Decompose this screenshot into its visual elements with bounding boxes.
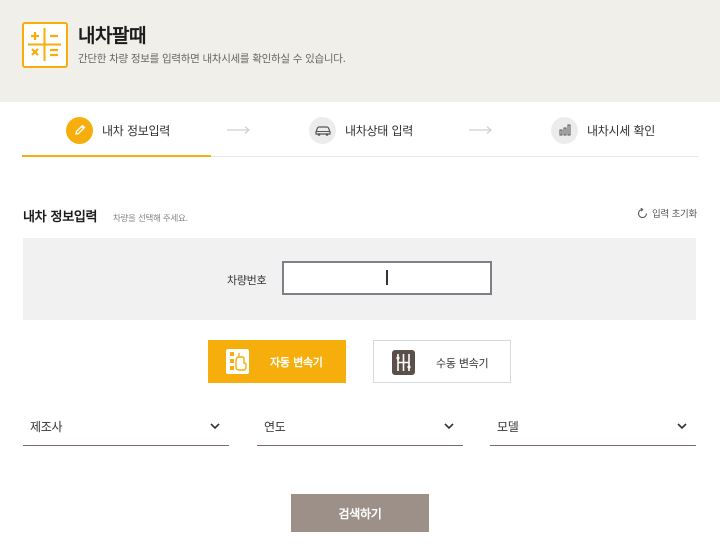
search-button[interactable]: 검색하기: [291, 494, 429, 532]
active-step-bar: [22, 155, 211, 157]
maker-select[interactable]: 제조사: [23, 412, 229, 446]
step-label: 내차상태 입력: [345, 123, 413, 138]
auto-transmission-label: 자동 변속기: [270, 356, 323, 369]
reset-label: 입력 초기화: [652, 209, 697, 220]
chevron-down-icon: [210, 423, 220, 430]
text-cursor: [386, 270, 388, 285]
year-select-label: 연도: [264, 420, 286, 434]
step-info-input: 내차 정보입력: [66, 116, 170, 144]
chevron-down-icon: [444, 423, 454, 430]
manual-gear-icon: [392, 350, 415, 375]
automatic-gear-icon: [226, 349, 249, 374]
bar-chart-icon: [551, 116, 578, 144]
plate-number-label: 차량번호: [227, 274, 267, 287]
manual-transmission-label: 수동 변속기: [436, 357, 489, 370]
step-price-check: 내차시세 확인: [551, 116, 655, 144]
page-title: 내차팔때: [78, 25, 146, 47]
year-select[interactable]: 연도: [257, 412, 463, 446]
car-icon: [309, 116, 336, 144]
arrow-right-icon: [469, 126, 492, 134]
reset-input-button[interactable]: 입력 초기화: [637, 206, 697, 220]
maker-select-label: 제조사: [30, 420, 63, 434]
section-hint: 차량을 선택해 주세요.: [113, 214, 188, 224]
chevron-down-icon: [677, 423, 687, 430]
model-select[interactable]: 모델: [490, 412, 696, 446]
pencil-icon: [66, 116, 93, 144]
manual-transmission-button[interactable]: 수동 변속기: [373, 340, 511, 383]
step-indicator: 내차 정보입력 내차상태 입력 내차시세 확인: [0, 102, 720, 157]
page-description: 간단한 차량 정보를 입력하면 내차시세를 확인하실 수 있습니다.: [78, 53, 346, 65]
step-label: 내차시세 확인: [587, 123, 655, 138]
page-header: 내차팔때 간단한 차량 정보를 입력하면 내차시세를 확인하실 수 있습니다.: [0, 0, 720, 102]
calculator-icon: [22, 22, 68, 68]
section-title: 내차 정보입력: [23, 210, 98, 225]
step-condition-input: 내차상태 입력: [309, 116, 413, 144]
model-select-label: 모델: [497, 420, 519, 434]
refresh-icon: [637, 207, 648, 218]
step-label: 내차 정보입력: [102, 123, 170, 138]
arrow-right-icon: [227, 126, 250, 134]
auto-transmission-button[interactable]: 자동 변속기: [208, 340, 346, 383]
